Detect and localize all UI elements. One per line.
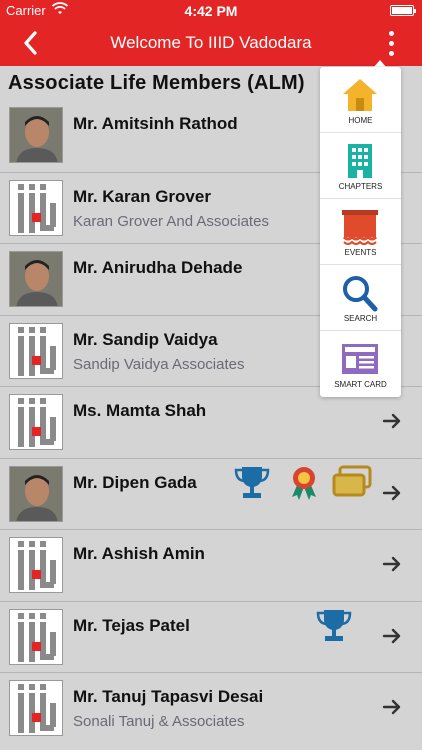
dot-icon [388,30,394,36]
clock: 4:42 PM [184,3,238,19]
trophy-icon [314,606,354,651]
arrow-right-icon[interactable] [382,554,402,574]
nav-bar: Welcome To IIID Vadodara [0,20,422,66]
member-row[interactable]: Mr. Dipen Gada [0,457,422,530]
menu-item-label: SMART CARD [334,380,387,389]
member-firm: Sonali Tanuj & Associates [73,713,245,730]
member-photo [9,251,63,307]
dot-icon [388,40,394,46]
smart-card-icon [340,340,380,378]
section-title: Associate Life Members (ALM) [8,72,305,94]
member-name: Mr. Tejas Patel [73,615,190,635]
member-row[interactable]: Mr. Tanuj Tapasvi Desai Sonali Tanuj & As… [0,672,422,744]
dropdown-menu: HOME CHAPTERS EVENTS SEARCH SMART CARD [320,67,401,397]
arrow-right-icon[interactable] [382,483,402,503]
iiid-logo-icon [9,608,63,665]
member-firm: Sandip Vaidya Associates [73,355,245,373]
member-name: Mr. Karan Grover [73,186,211,206]
status-bar: Carrier 4:42 PM [0,0,422,20]
building-icon [340,142,380,180]
menu-item-label: EVENTS [344,248,377,257]
menu-item-chapters[interactable]: CHAPTERS [320,133,401,199]
menu-item-smart-card[interactable]: SMART CARD [320,331,401,397]
member-name: Mr. Amitsinh Rathod [73,114,238,133]
medal-icon [286,463,322,508]
member-name: Ms. Mamta Shah [73,401,207,420]
menu-item-events[interactable]: EVENTS [320,199,401,265]
arrow-right-icon[interactable] [382,411,402,431]
member-name: Mr. Tanuj Tapasvi Desai [73,687,264,706]
member-photo [9,107,63,163]
member-name: Mr. Anirudha Dehade [73,258,243,277]
iiid-logo-icon [9,537,63,593]
battery-icon [390,5,416,16]
trophy-icon [232,463,272,508]
iiid-logo-icon [9,179,63,236]
menu-item-label: HOME [348,116,373,125]
arrow-right-icon[interactable] [382,626,402,646]
menu-item-search[interactable]: SEARCH [320,265,401,331]
iiid-logo-icon [9,394,63,450]
more-menu-button[interactable] [384,28,398,58]
member-name: Mr. Sandip Vaidya [73,329,218,349]
arrow-right-icon[interactable] [382,697,402,717]
menu-item-label: CHAPTERS [338,182,383,191]
member-name: Mr. Dipen Gada [73,472,197,492]
member-row[interactable]: Mr. Ashish Amin [0,529,422,601]
member-photo [9,465,63,522]
member-name: Mr. Ashish Amin [73,544,205,563]
events-icon [340,208,380,246]
iiid-logo-icon [9,680,63,736]
iiid-logo-icon [9,322,63,379]
home-icon [340,76,380,114]
menu-item-home[interactable]: HOME [320,67,401,133]
member-row[interactable]: Mr. Tejas Patel [0,600,422,673]
page-title: Welcome To IIID Vadodara [110,33,312,52]
card-icon [330,463,374,508]
menu-item-label: SEARCH [343,314,378,323]
search-icon [340,274,380,312]
dot-icon [388,50,394,56]
member-firm: Karan Grover And Associates [73,212,269,230]
